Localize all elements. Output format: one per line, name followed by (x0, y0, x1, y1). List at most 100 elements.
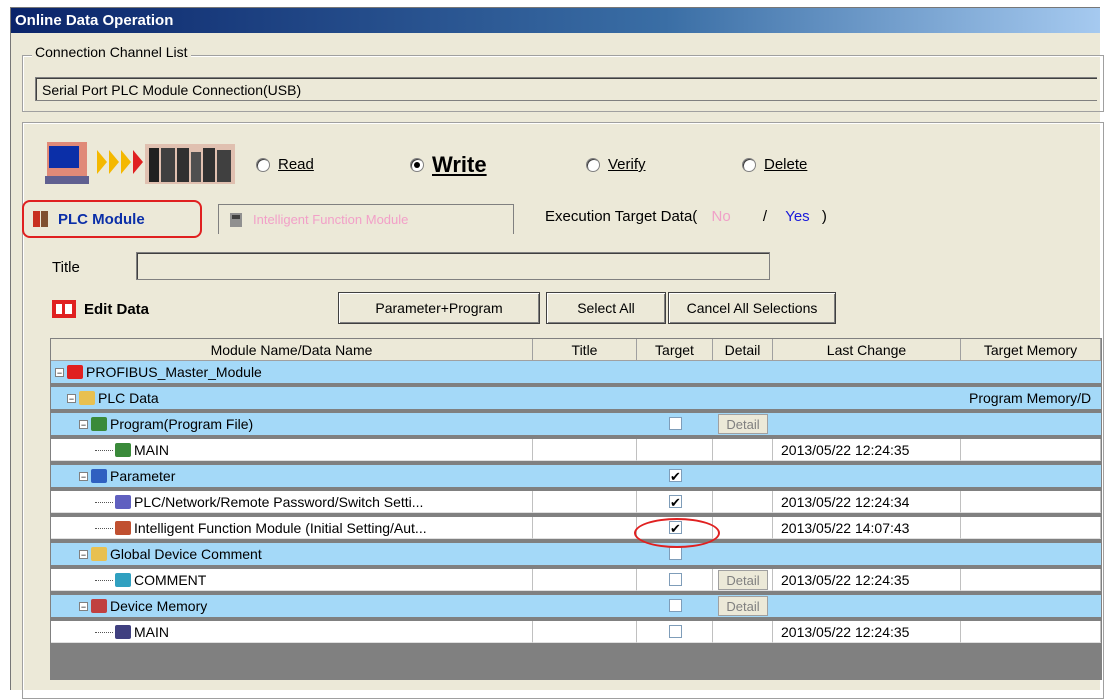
collapse-icon[interactable]: − (79, 472, 88, 482)
delete-radio-label: Delete (764, 156, 808, 173)
detail-button[interactable]: Detail (718, 414, 768, 434)
table-row[interactable]: − Global Device Comment (51, 543, 1101, 565)
row-last-change-cell: 2013/05/22 12:24:35 (773, 621, 961, 643)
tab-plc-module[interactable]: PLC Module (22, 200, 202, 238)
connection-channel-field[interactable]: Serial Port PLC Module Connection(USB) (35, 77, 1097, 101)
write-radio-label: Write (432, 152, 487, 177)
ifm-file-icon (115, 521, 131, 535)
row-last-change-cell: 2013/05/22 12:24:35 (773, 439, 961, 461)
row-name-label: MAIN (134, 442, 169, 458)
edit-data-icon (52, 300, 76, 318)
window-title: Online Data Operation (11, 8, 1100, 33)
detail-button[interactable]: Detail (718, 596, 768, 616)
row-detail-cell (713, 439, 773, 461)
table-row[interactable]: Intelligent Function Module (Initial Set… (51, 517, 1101, 539)
row-detail-cell (713, 387, 773, 409)
row-detail-cell: Detail (713, 595, 773, 617)
row-detail-cell (713, 491, 773, 513)
target-checkbox[interactable] (669, 573, 682, 586)
column-header-target[interactable]: Target (637, 339, 713, 361)
row-title-cell (533, 439, 637, 461)
table-row[interactable]: − PLC Data Program Memory/D (51, 387, 1101, 409)
row-target-cell (637, 439, 713, 461)
row-last-change-cell: 2013/05/22 12:24:35 (773, 569, 961, 591)
delete-radio-dot[interactable] (742, 157, 756, 172)
row-name-label: Parameter (110, 468, 176, 484)
column-header-detail[interactable]: Detail (713, 339, 773, 361)
tree-connector (95, 450, 113, 451)
table-row[interactable]: − Program(Program File) Detail (51, 413, 1101, 435)
column-header-name[interactable]: Module Name/Data Name (51, 339, 533, 361)
target-checkbox[interactable] (669, 599, 682, 612)
grid-empty-area (51, 649, 1101, 673)
select-all-button[interactable]: Select All (546, 292, 666, 324)
title-input[interactable] (136, 252, 770, 280)
collapse-icon[interactable]: − (79, 550, 88, 560)
target-checkbox[interactable] (669, 547, 682, 560)
table-row[interactable]: − Device Memory Detail (51, 595, 1101, 617)
parameter-program-button[interactable]: Parameter+Program (338, 292, 540, 324)
tab-plc-module-label: PLC Module (58, 210, 145, 228)
verify-radio-dot[interactable] (586, 157, 600, 172)
table-row[interactable]: − PROFIBUS_Master_Module (51, 361, 1101, 383)
intelligent-module-icon (230, 212, 242, 227)
row-target-cell (637, 465, 713, 487)
target-checkbox[interactable] (669, 492, 682, 512)
row-target-memory-cell (961, 595, 1101, 617)
table-row[interactable]: PLC/Network/Remote Password/Switch Setti… (51, 491, 1101, 513)
table-row[interactable]: COMMENT Detail 2013/05/22 12:24:35 (51, 569, 1101, 591)
read-radio-dot[interactable] (256, 157, 270, 172)
collapse-icon[interactable]: − (67, 394, 76, 404)
read-radio[interactable]: Read (256, 156, 314, 173)
execution-target-close: ) (821, 208, 827, 225)
title-label: Title (52, 259, 80, 276)
collapse-icon[interactable]: − (79, 602, 88, 612)
column-header-title[interactable]: Title (533, 339, 637, 361)
row-target-memory-cell (961, 621, 1101, 643)
row-detail-cell (713, 517, 773, 539)
row-detail-cell (713, 465, 773, 487)
row-detail-cell: Detail (713, 569, 773, 591)
column-header-last-change[interactable]: Last Change (773, 339, 961, 361)
target-checkbox[interactable] (669, 625, 682, 638)
row-detail-cell: Detail (713, 413, 773, 435)
row-last-change-cell: 2013/05/22 14:07:43 (773, 517, 961, 539)
row-name-label: MAIN (134, 624, 169, 640)
row-target-memory-cell (961, 439, 1101, 461)
row-name-label: Device Memory (110, 598, 208, 614)
collapse-icon[interactable]: − (79, 420, 88, 430)
write-radio-dot[interactable] (410, 158, 424, 172)
connection-channel-label: Connection Channel List (32, 44, 191, 60)
target-checkbox[interactable] (669, 466, 682, 487)
row-title-cell (533, 465, 637, 487)
table-row[interactable]: MAIN 2013/05/22 12:24:35 (51, 621, 1101, 643)
row-target-cell (637, 595, 713, 617)
row-title-cell (533, 413, 637, 435)
row-title-cell (533, 595, 637, 617)
row-detail-cell (713, 543, 773, 565)
row-last-change-cell (773, 387, 961, 409)
data-grid: Module Name/Data Name Title Target Detai… (50, 338, 1102, 680)
row-target-memory-cell (961, 413, 1101, 435)
folder-icon (91, 547, 107, 561)
tab-intelligent-function-module[interactable]: Intelligent Function Module (218, 204, 514, 234)
table-row[interactable]: − Parameter (51, 465, 1101, 487)
row-target-cell (637, 387, 713, 409)
row-name-cell: − PLC Data (51, 387, 533, 409)
execution-target-data: Execution Target Data( No / Yes ) (545, 208, 827, 225)
target-checkbox[interactable] (669, 417, 682, 430)
row-last-change-cell (773, 595, 961, 617)
table-row[interactable]: MAIN 2013/05/22 12:24:35 (51, 439, 1101, 461)
write-radio[interactable]: Write (410, 152, 487, 178)
row-target-cell (637, 413, 713, 435)
verify-radio[interactable]: Verify (586, 156, 646, 173)
tab-intelligent-function-module-label: Intelligent Function Module (253, 212, 409, 227)
detail-button[interactable]: Detail (718, 570, 768, 590)
row-name-cell: − Device Memory (51, 595, 533, 617)
delete-radio[interactable]: Delete (742, 156, 807, 173)
column-header-target-memory[interactable]: Target Memory (961, 339, 1101, 361)
tree-connector (95, 580, 113, 581)
execution-target-yes: Yes (785, 208, 810, 225)
collapse-icon[interactable]: − (55, 368, 64, 378)
cancel-all-selections-button[interactable]: Cancel All Selections (668, 292, 836, 324)
